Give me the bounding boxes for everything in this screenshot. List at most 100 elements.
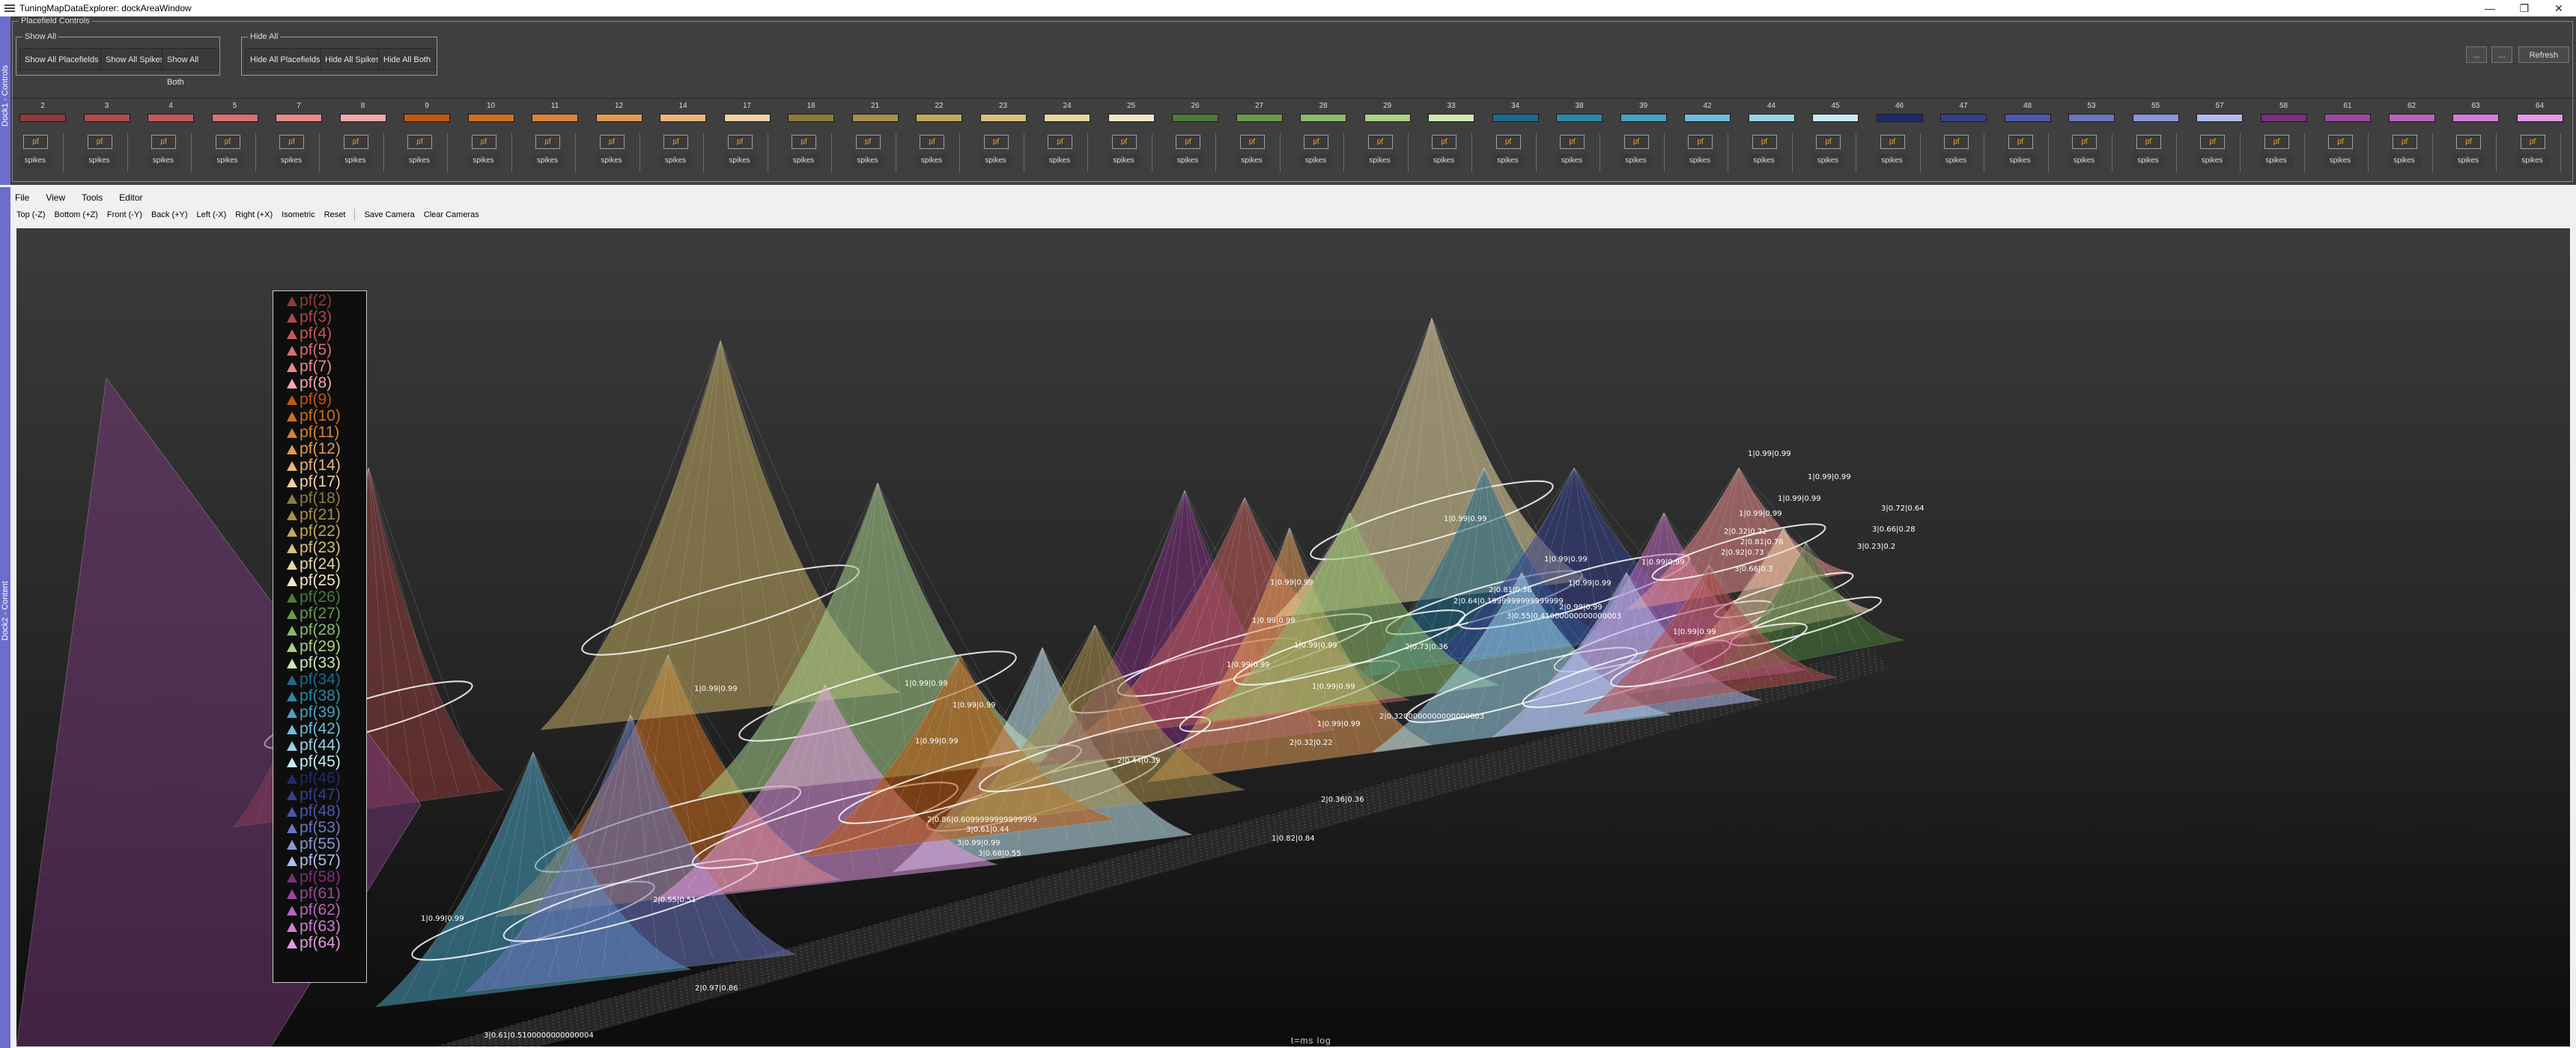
- cell-color-swatch[interactable]: [1044, 114, 1090, 122]
- spikes-toggle-button[interactable]: spikes: [338, 154, 372, 168]
- cell-color-swatch[interactable]: [723, 114, 771, 122]
- placefield-toggle-button[interactable]: pf: [983, 135, 1009, 149]
- app-menu-icon[interactable]: [4, 4, 15, 12]
- placefield-toggle-button[interactable]: pf: [1623, 135, 1649, 149]
- placefield-toggle-button[interactable]: pf: [1880, 135, 1905, 149]
- cell-color-swatch[interactable]: [532, 114, 578, 122]
- cell-color-swatch[interactable]: [276, 114, 322, 122]
- placefield-toggle-button[interactable]: pf: [1688, 135, 1713, 149]
- spikes-toggle-button[interactable]: spikes: [1811, 154, 1844, 168]
- cell-color-swatch[interactable]: [1236, 114, 1283, 122]
- cell-color-swatch[interactable]: [1876, 114, 1923, 122]
- camera-back-button[interactable]: Back (+Y): [151, 210, 188, 219]
- cell-color-swatch[interactable]: [1684, 114, 1731, 122]
- placefield-toggle-button[interactable]: pf: [1304, 135, 1328, 149]
- placefield-toggle-button[interactable]: pf: [2200, 135, 2225, 149]
- spikes-toggle-button[interactable]: spikes: [467, 154, 500, 168]
- hide-all-both-button[interactable]: Hide All Both: [378, 48, 436, 70]
- placefield-toggle-button[interactable]: pf: [1239, 135, 1265, 149]
- cell-color-swatch[interactable]: [148, 114, 194, 122]
- cell-color-swatch[interactable]: [1300, 114, 1346, 122]
- spikes-toggle-button[interactable]: spikes: [147, 154, 180, 168]
- spikes-toggle-button[interactable]: spikes: [1171, 154, 1204, 168]
- placefield-toggle-button[interactable]: pf: [23, 135, 48, 149]
- save-camera-button[interactable]: Save Camera: [364, 210, 414, 219]
- placefield-toggle-button[interactable]: pf: [1111, 135, 1137, 149]
- menu-view[interactable]: View: [46, 192, 65, 203]
- spikes-toggle-button[interactable]: spikes: [1043, 154, 1076, 168]
- spikes-toggle-button[interactable]: spikes: [19, 154, 52, 168]
- spikes-toggle-button[interactable]: spikes: [2452, 154, 2485, 168]
- placefield-toggle-button[interactable]: pf: [471, 135, 496, 149]
- placefield-toggle-button[interactable]: pf: [1367, 135, 1393, 149]
- spikes-toggle-button[interactable]: spikes: [1235, 154, 1269, 168]
- cell-color-swatch[interactable]: [19, 114, 66, 122]
- cell-color-swatch[interactable]: [339, 114, 386, 122]
- placefield-toggle-button[interactable]: pf: [407, 135, 432, 149]
- placefield-toggle-button[interactable]: pf: [2008, 135, 2033, 149]
- spikes-toggle-button[interactable]: spikes: [1683, 154, 1716, 168]
- cell-color-swatch[interactable]: [2260, 114, 2307, 122]
- placefield-toggle-button[interactable]: pf: [1560, 135, 1585, 149]
- camera-front-button[interactable]: Front (-Y): [107, 210, 142, 219]
- cell-color-swatch[interactable]: [1428, 114, 1474, 122]
- spikes-toggle-button[interactable]: spikes: [1107, 154, 1140, 168]
- cell-color-swatch[interactable]: [788, 114, 834, 122]
- spikes-toggle-button[interactable]: spikes: [787, 154, 820, 168]
- spikes-toggle-button[interactable]: spikes: [1427, 154, 1460, 168]
- cell-color-swatch[interactable]: [2004, 114, 2051, 122]
- 3d-viewport[interactable]: 1|0.99|0.99 1|0.99|0.99 1|0.99|0.99 1|0.99|…: [16, 228, 2570, 1047]
- clear-cameras-button[interactable]: Clear Cameras: [424, 210, 479, 219]
- spikes-toggle-button[interactable]: spikes: [210, 154, 244, 168]
- spikes-toggle-button[interactable]: spikes: [1747, 154, 1781, 168]
- cell-color-swatch[interactable]: [2132, 114, 2179, 122]
- placefield-toggle-button[interactable]: pf: [87, 135, 112, 149]
- placefield-toggle-button[interactable]: pf: [1176, 135, 1200, 149]
- hide-all-spikes-button[interactable]: Hide All Spikes: [320, 48, 386, 70]
- placefield-toggle-button[interactable]: pf: [2072, 135, 2097, 149]
- spikes-toggle-button[interactable]: spikes: [403, 154, 436, 168]
- spikes-toggle-button[interactable]: spikes: [1555, 154, 1588, 168]
- spikes-toggle-button[interactable]: spikes: [2068, 154, 2100, 168]
- cell-color-swatch[interactable]: [1492, 114, 1539, 122]
- placefield-toggle-button[interactable]: pf: [920, 135, 944, 149]
- spikes-toggle-button[interactable]: spikes: [2259, 154, 2293, 168]
- spikes-toggle-button[interactable]: spikes: [723, 154, 756, 168]
- cell-color-swatch[interactable]: [660, 114, 706, 122]
- placefield-toggle-button[interactable]: pf: [2392, 135, 2417, 149]
- cell-color-swatch[interactable]: [916, 114, 962, 122]
- placefield-toggle-button[interactable]: pf: [792, 135, 816, 149]
- dock2-side-tab[interactable]: Dock2 - Content: [0, 187, 10, 1048]
- cell-color-swatch[interactable]: [1172, 114, 1218, 122]
- spikes-toggle-button[interactable]: spikes: [2003, 154, 2037, 168]
- cell-color-swatch[interactable]: [467, 114, 514, 122]
- placefield-toggle-button[interactable]: pf: [855, 135, 881, 149]
- placefield-toggle-button[interactable]: pf: [1816, 135, 1841, 149]
- spikes-toggle-button[interactable]: spikes: [1299, 154, 1332, 168]
- spikes-toggle-button[interactable]: spikes: [1363, 154, 1397, 168]
- show-all-both-button[interactable]: Show All Both: [162, 48, 219, 87]
- cell-color-swatch[interactable]: [1748, 114, 1795, 122]
- camera-top-button[interactable]: Top (-Z): [16, 210, 46, 219]
- cell-color-swatch[interactable]: [2388, 114, 2435, 122]
- camera-isometric-button[interactable]: Isometric: [282, 210, 315, 219]
- placefield-toggle-button[interactable]: pf: [2456, 135, 2481, 149]
- cell-color-swatch[interactable]: [1108, 114, 1155, 122]
- spikes-toggle-button[interactable]: spikes: [275, 154, 308, 168]
- cell-color-swatch[interactable]: [851, 114, 899, 122]
- dock1-side-tab[interactable]: Dock1 - Controls: [0, 16, 10, 185]
- placefield-toggle-button[interactable]: pf: [215, 135, 240, 149]
- placefield-toggle-button[interactable]: pf: [2136, 135, 2161, 149]
- spikes-toggle-button[interactable]: spikes: [2515, 154, 2549, 168]
- placefield-toggle-button[interactable]: pf: [535, 135, 560, 149]
- placefield-toggle-button[interactable]: pf: [1495, 135, 1521, 149]
- spikes-toggle-button[interactable]: spikes: [82, 154, 116, 168]
- placefield-toggle-button[interactable]: pf: [599, 135, 625, 149]
- placefield-toggle-button[interactable]: pf: [279, 135, 304, 149]
- cell-color-swatch[interactable]: [1812, 114, 1859, 122]
- spikes-toggle-button[interactable]: spikes: [851, 154, 884, 168]
- hide-all-placefields-button[interactable]: Hide All Placefields: [245, 48, 326, 70]
- cell-color-swatch[interactable]: [2196, 114, 2243, 122]
- cell-color-swatch[interactable]: [211, 114, 258, 122]
- placefield-toggle-button[interactable]: pf: [151, 135, 176, 149]
